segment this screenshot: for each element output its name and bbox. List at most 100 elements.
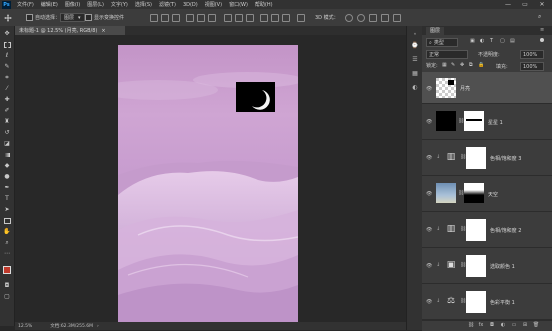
panel-menu-icon[interactable]: ≡ (540, 27, 544, 33)
3d-roll-icon[interactable] (357, 14, 365, 22)
menu-file[interactable]: 文件(F) (17, 1, 34, 8)
menu-layer[interactable]: 图层(L) (87, 1, 104, 8)
3d-rotate-icon[interactable] (345, 14, 353, 22)
menu-view[interactable]: 视图(V) (205, 1, 222, 8)
delete-layer-icon[interactable]: 🗑 (533, 322, 539, 328)
distribute-right-icon[interactable] (282, 14, 290, 22)
link-layers-icon[interactable]: ⛓ (468, 322, 474, 328)
document-tab[interactable]: 未标题-1 @ 12.5% (月亮, RGB/8) × (15, 26, 125, 35)
eyedropper-icon[interactable]: ⁄ (3, 85, 11, 92)
align-hcenter-icon[interactable] (197, 14, 205, 22)
crop-icon[interactable]: ⌗ (3, 74, 11, 81)
zoom-level[interactable]: 12.5% (18, 324, 32, 329)
layer-row-color-balance[interactable]: 👁 ↓ ⚖ ⛓ 色彩平衡 1 (422, 284, 552, 320)
align-bottom-icon[interactable] (172, 14, 180, 22)
lock-position-icon[interactable]: ✥ (460, 62, 464, 68)
visibility-eye-icon[interactable]: 👁 (426, 299, 432, 305)
filter-type-icon[interactable]: T (490, 38, 493, 44)
visibility-eye-icon[interactable]: 👁 (426, 227, 432, 233)
move-icon[interactable]: ✥ (3, 30, 11, 37)
layer-row-moon[interactable]: 👁 月亮 (422, 72, 552, 104)
dodge-icon[interactable]: ● (3, 173, 11, 180)
opacity-field[interactable]: 100% (520, 50, 544, 59)
swatches-icon[interactable]: ▦ (411, 70, 419, 77)
stamp-icon[interactable]: ♜ (3, 118, 11, 125)
screen-mode-icon[interactable]: ▢ (3, 293, 11, 300)
close-window-button[interactable]: ✕ (534, 0, 550, 9)
align-top-icon[interactable] (150, 14, 158, 22)
properties-icon[interactable]: ☰ (411, 56, 419, 63)
visibility-eye-icon[interactable]: 👁 (426, 155, 432, 161)
lasso-icon[interactable]: ℓ (3, 52, 11, 59)
menu-3d[interactable]: 3D(D) (183, 2, 198, 8)
new-adjustment-icon[interactable]: ◐ (500, 322, 506, 328)
quick-mask-icon[interactable]: ◘ (3, 282, 11, 289)
new-layer-icon[interactable]: ⊞ (522, 322, 528, 328)
brush-icon[interactable]: ✐ (3, 107, 11, 114)
pen-icon[interactable]: ✒ (3, 184, 11, 191)
menu-select[interactable]: 选择(S) (135, 1, 152, 8)
menu-window[interactable]: 窗口(W) (229, 1, 248, 8)
menu-help[interactable]: 帮助(H) (255, 1, 273, 8)
type-icon[interactable]: T (3, 195, 11, 202)
shape-icon[interactable] (3, 217, 11, 224)
auto-align-icon[interactable] (297, 14, 305, 22)
align-vcenter-icon[interactable] (161, 14, 169, 22)
auto-select-toggle[interactable]: 自动选择： (26, 13, 60, 22)
3d-scale-icon[interactable] (393, 14, 401, 22)
chevron-right-icon[interactable]: › (97, 324, 99, 329)
history-icon[interactable]: ⌚ (411, 42, 419, 49)
layer-name[interactable]: 色相/饱和度 3 (490, 155, 521, 162)
auto-select-checkbox[interactable] (26, 14, 33, 21)
foreground-color-swatch[interactable] (3, 266, 11, 274)
show-transform-checkbox[interactable] (85, 14, 92, 21)
lock-artboard-icon[interactable]: ⧉ (469, 62, 473, 68)
layer-row-sky[interactable]: 👁 ⛓ 天空 (422, 176, 552, 212)
layer-filter-dropdown[interactable]: ⌕ 类型 (426, 38, 458, 47)
filter-shape-icon[interactable]: ▢ (500, 38, 505, 44)
lock-transparency-icon[interactable]: ▦ (442, 62, 447, 68)
restore-button[interactable]: ▭ (517, 0, 533, 9)
path-select-icon[interactable]: ➤ (3, 206, 11, 213)
menu-type[interactable]: 文字(Y) (111, 1, 128, 8)
move-tool-preset[interactable] (4, 13, 12, 22)
menu-image[interactable]: 图像(I) (65, 1, 80, 8)
visibility-eye-icon[interactable]: 👁 (426, 86, 432, 92)
layer-name[interactable]: 天空 (488, 191, 498, 198)
hand-icon[interactable]: ✋ (3, 228, 11, 235)
tab-layers[interactable]: 图层 (426, 27, 445, 35)
lock-all-icon[interactable]: 🔒 (478, 62, 484, 68)
eraser-icon[interactable]: ◪ (3, 140, 11, 147)
fill-field[interactable]: 100% (520, 62, 544, 71)
healing-icon[interactable]: ✚ (3, 96, 11, 103)
layer-row-selective-color[interactable]: 👁 ↓ ▣ ⛓ 选取颜色 1 (422, 248, 552, 284)
quick-select-icon[interactable]: ✎ (3, 63, 11, 70)
layer-name[interactable]: 选取颜色 1 (490, 263, 515, 270)
adjustments-icon[interactable]: ◐ (411, 84, 419, 91)
visibility-eye-icon[interactable]: 👁 (426, 191, 432, 197)
gradient-icon[interactable] (3, 151, 11, 158)
blend-mode-dropdown[interactable]: 正常 (426, 50, 468, 59)
history-brush-icon[interactable]: ↺ (3, 129, 11, 136)
minimize-button[interactable]: — (500, 0, 516, 9)
distribute-bottom-icon[interactable] (246, 14, 254, 22)
fx-icon[interactable]: fx (478, 322, 484, 328)
more-tools-icon[interactable]: ⋯ (3, 250, 11, 257)
layer-name[interactable]: 色彩平衡 1 (490, 299, 515, 306)
layer-name[interactable]: 色相/饱和度 2 (490, 227, 521, 234)
distribute-top-icon[interactable] (224, 14, 232, 22)
align-left-icon[interactable] (186, 14, 194, 22)
layer-row-hue-saturation-2[interactable]: 👁 ↓ ▥ ⛓ 色相/饱和度 2 (422, 212, 552, 248)
distribute-hcenter-icon[interactable] (271, 14, 279, 22)
filter-adjustment-icon[interactable]: ◐ (480, 38, 484, 44)
layer-row-hue-saturation-3[interactable]: 👁 ↓ ▥ ⛓ 色相/饱和度 3 (422, 140, 552, 176)
distribute-vcenter-icon[interactable] (235, 14, 243, 22)
3d-slide-icon[interactable] (381, 14, 389, 22)
distribute-left-icon[interactable] (260, 14, 268, 22)
search-icon[interactable]: ⌕ (538, 13, 544, 20)
filter-smart-object-icon[interactable]: ▤ (510, 38, 515, 44)
visibility-eye-icon[interactable]: 👁 (426, 263, 432, 269)
visibility-eye-icon[interactable]: 👁 (426, 119, 432, 125)
close-tab-icon[interactable]: × (101, 28, 105, 34)
menu-filter[interactable]: 滤镜(T) (159, 1, 176, 8)
